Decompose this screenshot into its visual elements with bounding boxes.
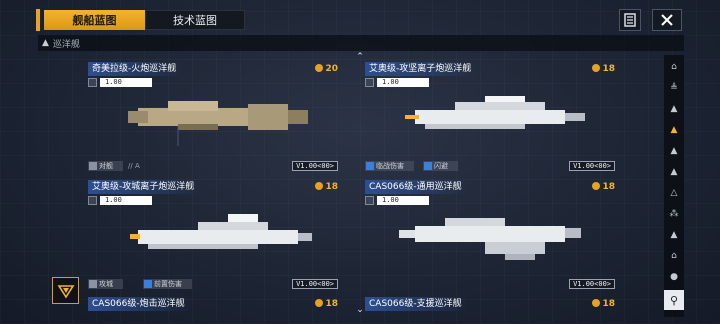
ship-card[interactable]: CAS066级-支援巡洋舰 18 [365,297,615,324]
ship-hull-image [130,214,312,249]
ship-tag: 闪避 [423,161,458,171]
stat-icon [365,196,374,205]
ship-hull-image [405,96,585,129]
scroll-up-icon[interactable]: ⌃ [355,53,365,62]
document-button[interactable] [619,9,641,31]
ship-tags: V1.00<00> [365,279,615,290]
ship-cost: 18 [592,297,615,311]
ship-name: 艾奥级-攻坚离子炮巡洋舰 [365,62,478,76]
ship-name: CAS066级-炮击巡洋舰 [88,297,191,311]
ship-version: V1.00<00> [569,161,615,171]
filter-button[interactable]: ⚲ [664,290,684,310]
filter-class-11-icon[interactable]: ● [666,269,682,285]
cost-coin-icon [315,64,324,72]
cost-coin-icon [592,299,601,307]
tab-ship-blueprints[interactable]: 舰船蓝图 [44,10,145,30]
tab-marker [36,9,40,31]
ship-cost: 20 [315,62,338,76]
top-bar: 舰船蓝图 技术蓝图 [36,9,686,31]
filter-class-2-icon[interactable]: ≜ [666,80,682,96]
ship-hull-image [399,218,581,260]
ship-name: CAS066级-通用巡洋舰 [365,180,468,194]
filter-class-5-icon[interactable]: ▲ [666,143,682,159]
cost-coin-icon [315,182,324,190]
ship-tag-secondary: // A [128,162,140,170]
filter-class-9-icon[interactable]: ▲ [666,227,682,243]
ship-tag: 前置伤害 [143,279,192,289]
stat-icon [88,78,97,87]
ship-cost: 18 [592,180,615,194]
ship-hull-image [128,101,308,146]
filter-class-1-icon[interactable]: ⌂ [666,59,682,75]
ship-cost: 18 [315,297,338,311]
ship-tags: 攻城 前置伤害 V1.00<00> [88,279,338,290]
ship-version: V1.00<00> [569,279,615,289]
stat-icon [88,196,97,205]
emblem-button[interactable] [52,277,79,304]
cost-coin-icon [592,64,601,72]
ship-class-filter-column: ⌂ ≜ ▲ ▲ ▲ ▲ △ ⁂ ▲ ⌂ ● [664,55,684,317]
ship-name: 艾奥级-攻城离子炮巡洋舰 [88,180,201,194]
filter-class-6-icon[interactable]: ▲ [666,164,682,180]
ship-card[interactable]: CAS066级-通用巡洋舰 18 1.00 V1.00<00> [365,180,615,290]
filter-class-7-icon[interactable]: △ [666,185,682,201]
ship-version: V1.00<00> [292,161,338,171]
tab-tech-blueprints[interactable]: 技术蓝图 [145,10,245,30]
collapse-triangle-icon: ▲ [42,38,49,48]
ship-tag: 临战伤害 [365,161,414,171]
emblem-icon [57,284,74,298]
ship-tags: 对舰 // A V1.00<00> [88,161,338,172]
filter-class-cruiser-icon[interactable]: ▲ [666,122,682,138]
ship-version: V1.00<00> [292,279,338,289]
section-header[interactable]: ▲ 巡洋舰 [38,35,684,51]
section-title: 巡洋舰 [52,39,80,50]
ship-card[interactable]: 艾奥级-攻城离子炮巡洋舰 18 1.00 攻城 前置伤害 V1.00<00> [88,180,338,290]
ship-name: 奇美拉级-火炮巡洋舰 [88,62,183,76]
ship-tags: 临战伤害 闪避 V1.00<00> [365,161,615,172]
cost-coin-icon [315,299,324,307]
ship-name: CAS066级-支援巡洋舰 [365,297,468,311]
filter-class-8-icon[interactable]: ⁂ [666,206,682,222]
ship-tag: 攻城 [88,279,123,289]
close-button[interactable] [652,9,682,31]
filter-icon: ⚲ [669,293,679,307]
stat-icon [365,78,374,87]
ship-cost: 18 [592,62,615,76]
ship-cost: 18 [315,180,338,194]
filter-class-10-icon[interactable]: ⌂ [666,248,682,264]
close-icon [661,14,673,26]
document-icon [624,13,636,27]
ship-card[interactable]: 奇美拉级-火炮巡洋舰 20 1.00 对舰 // A V1.00<00> [88,62,338,172]
filter-class-3-icon[interactable]: ▲ [666,101,682,117]
scroll-down-icon[interactable]: ⌄ [355,306,365,315]
cost-coin-icon [592,182,601,190]
ship-card[interactable]: 艾奥级-攻坚离子炮巡洋舰 18 1.00 临战伤害 闪避 V1.00<00> [365,62,615,172]
ship-tag: 对舰 [88,161,123,171]
ship-card[interactable]: CAS066级-炮击巡洋舰 18 [88,297,338,324]
